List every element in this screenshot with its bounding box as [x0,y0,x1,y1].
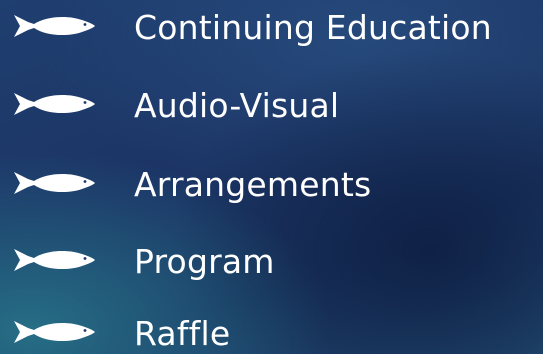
fish-icon [14,321,95,343]
menu-item-raffle[interactable]: Raffle [0,308,543,354]
menu-item-label: Program [134,242,275,281]
menu-item-label: Raffle [134,314,231,353]
fish-icon [14,15,95,37]
menu-item-program[interactable]: Program [0,236,543,288]
menu-item-label: Continuing Education [134,8,492,47]
menu-item-label: Audio-Visual [134,86,340,125]
menu-list: Continuing Education Audio-Visual Arrang… [0,0,543,354]
menu-item-continuing-education[interactable]: Continuing Education [0,2,543,54]
fish-icon [14,93,95,115]
fish-icon [14,172,95,194]
menu-item-arrangements[interactable]: Arrangements [0,159,543,211]
menu-item-label: Arrangements [134,165,372,204]
fish-icon [14,249,95,271]
menu-item-audio-visual[interactable]: Audio-Visual [0,80,543,132]
